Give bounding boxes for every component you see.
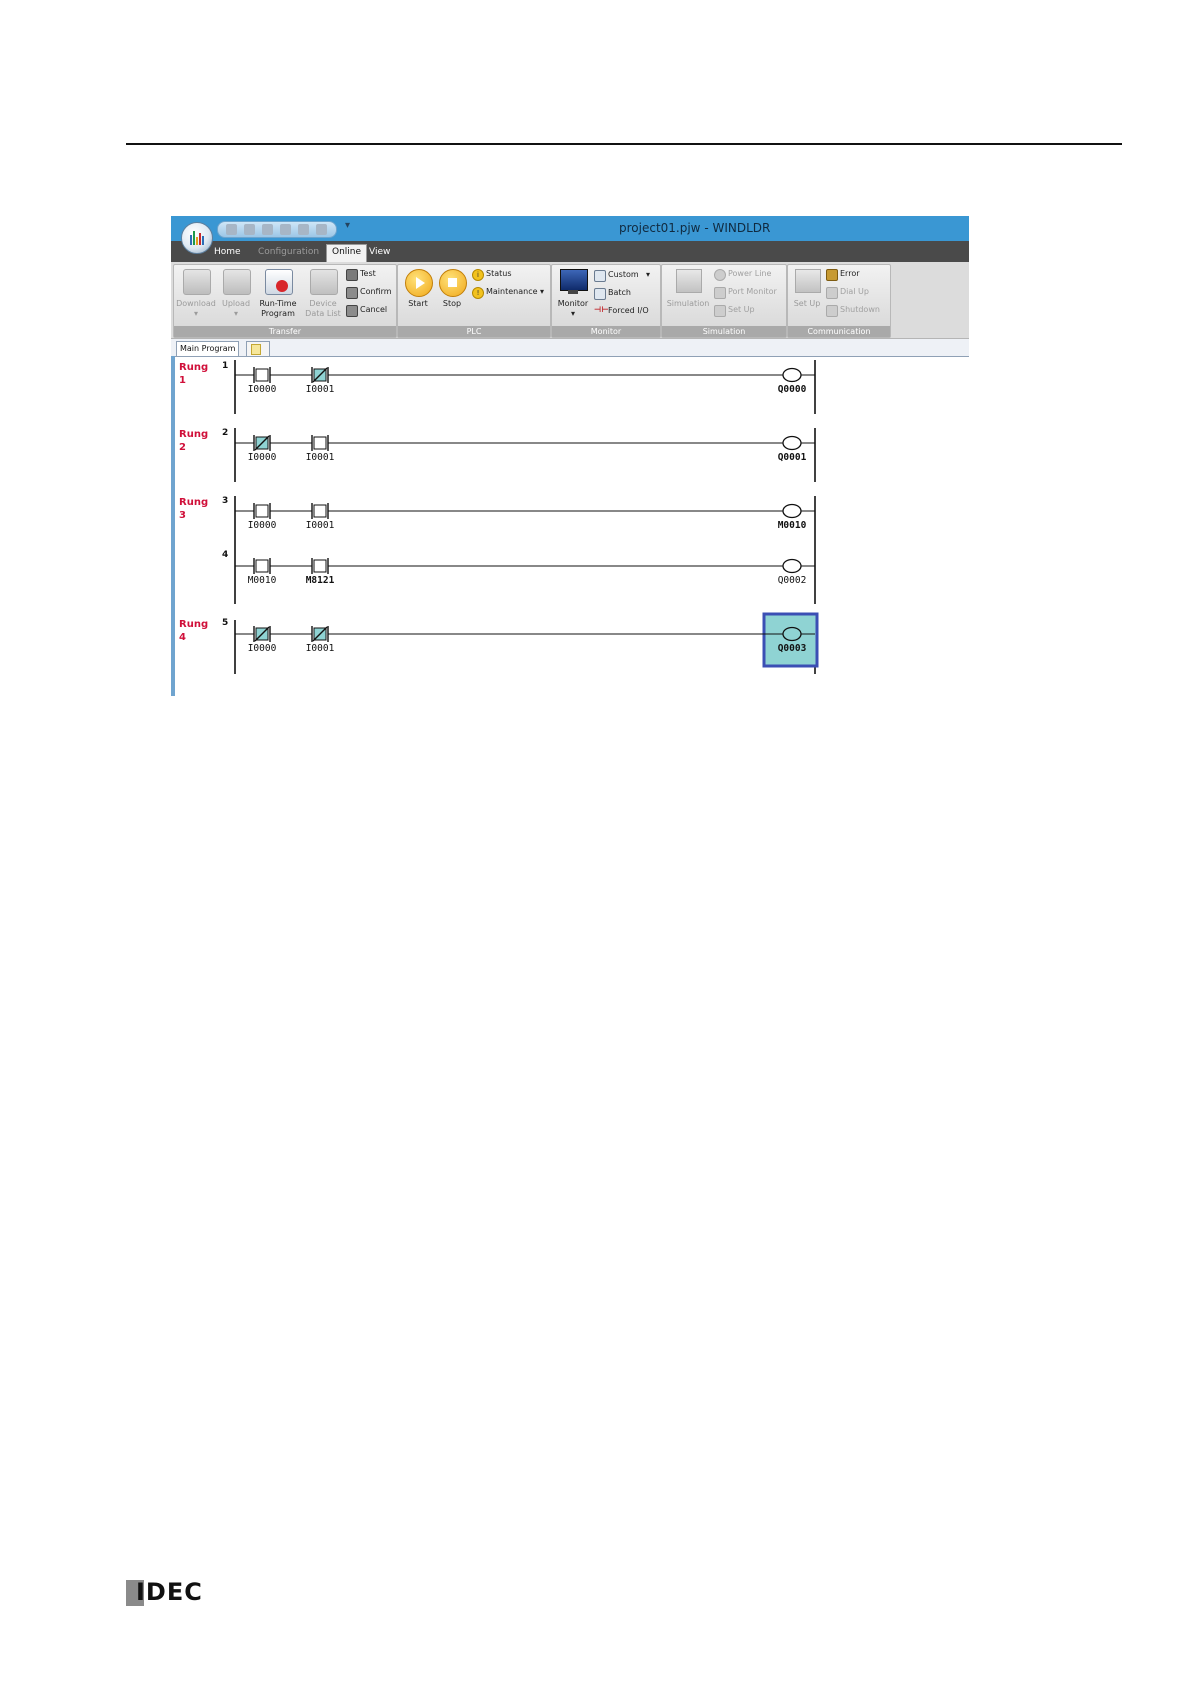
- coil-operand: Q0001: [778, 452, 807, 463]
- contact-operand: I0001: [306, 643, 335, 654]
- contact-operand: I0001: [306, 452, 335, 463]
- no-contact[interactable]: [313, 436, 327, 450]
- output-coil[interactable]: [782, 367, 802, 383]
- idec-logo: IDEC: [126, 1578, 212, 1608]
- output-coil[interactable]: [782, 503, 802, 519]
- contact-operand: I0000: [248, 643, 277, 654]
- contact-operand: M0010: [248, 575, 277, 586]
- output-coil[interactable]: [782, 558, 802, 574]
- no-contact[interactable]: [255, 368, 269, 382]
- application-button[interactable]: [181, 222, 213, 254]
- ladder-diagram[interactable]: I0000 I0001 Q0000 I0000 I0001 Q0001 I0000 I0001…: [171, 216, 969, 696]
- output-coil[interactable]: [782, 435, 802, 451]
- coil-operand: M0010: [778, 520, 807, 531]
- contact-operand: I0000: [248, 452, 277, 463]
- no-contact[interactable]: [255, 504, 269, 518]
- contact-operand: I0000: [248, 384, 277, 395]
- output-coil[interactable]: [782, 626, 802, 642]
- contact-operand: I0000: [248, 520, 277, 531]
- windldr-window: ▾ project01.pjw - WINDLDR Home Configura…: [171, 216, 969, 696]
- contact-operand: I0001: [306, 384, 335, 395]
- no-contact[interactable]: [313, 559, 327, 573]
- no-contact[interactable]: [313, 504, 327, 518]
- coil-operand: Q0002: [778, 575, 807, 586]
- contact-operand: M8121: [306, 575, 335, 586]
- coil-operand: Q0003: [778, 643, 807, 654]
- contact-operand: I0001: [306, 520, 335, 531]
- app-logo-icon: [190, 231, 204, 245]
- coil-operand: Q0000: [778, 384, 807, 395]
- no-contact[interactable]: [255, 559, 269, 573]
- page-header-rule: [126, 143, 1122, 145]
